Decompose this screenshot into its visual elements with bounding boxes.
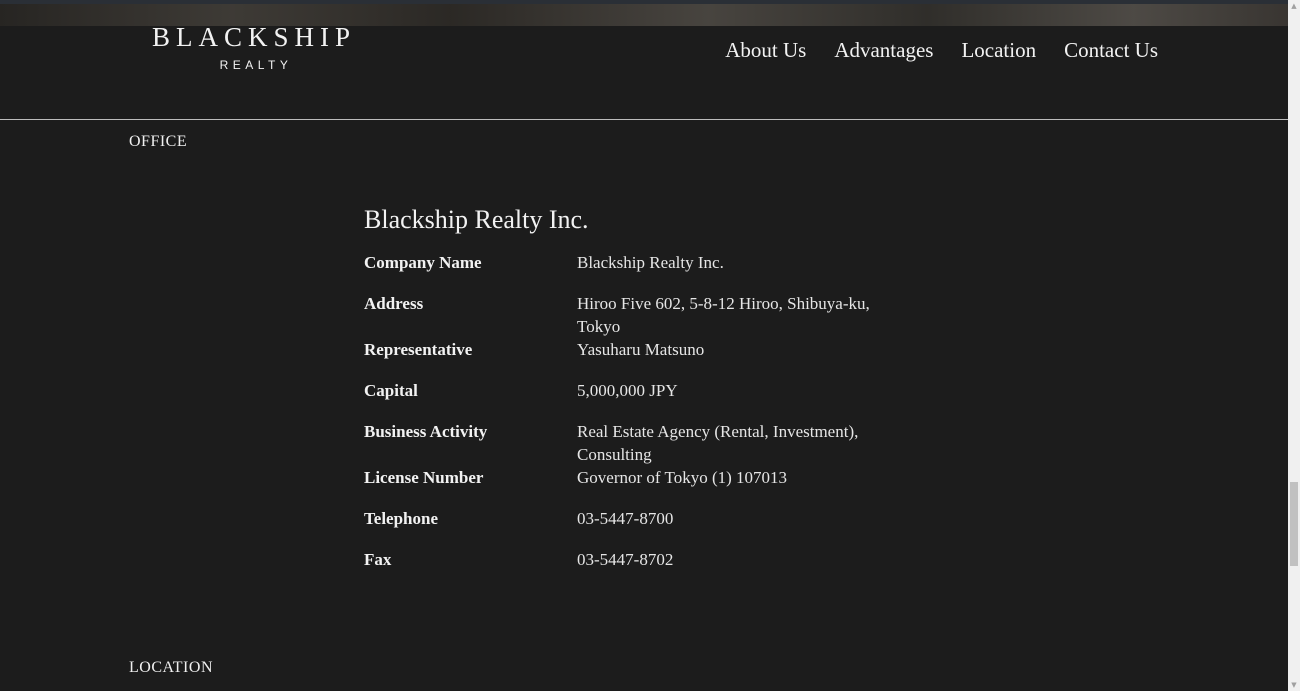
main-nav: About Us Advantages Location Contact Us	[725, 38, 1158, 63]
info-key: Company Name	[364, 253, 482, 272]
info-value: Governor of Tokyo (1) 107013	[577, 468, 788, 487]
page-scrollbar[interactable]: ▲ ▼	[1288, 0, 1300, 691]
info-key: Fax	[364, 550, 392, 569]
info-row-license-number: License Number Governor of Tokyo (1) 107…	[364, 466, 924, 489]
info-row-capital: Capital 5,000,000 JPY	[364, 379, 924, 402]
logo-subtitle: REALTY	[219, 58, 293, 72]
site-header: BLACKSHIP REALTY About Us Advantages Loc…	[0, 0, 1288, 120]
info-value: 03-5447-8702	[577, 550, 674, 569]
logo-wordmark: BLACKSHIP	[151, 22, 357, 52]
info-value: 03-5447-8700	[577, 509, 674, 528]
info-value: Blackship Realty Inc.	[577, 253, 724, 272]
info-key: Capital	[364, 381, 418, 400]
info-row-representative: Representative Yasuharu Matsuno	[364, 338, 924, 361]
info-key: Representative	[364, 340, 473, 359]
info-row-business-activity: Business Activity Real Estate Agency (Re…	[364, 420, 924, 466]
nav-location[interactable]: Location	[961, 38, 1036, 63]
site-logo[interactable]: BLACKSHIP REALTY	[129, 22, 379, 72]
scroll-up-arrow-icon[interactable]: ▲	[1288, 0, 1300, 12]
page: BLACKSHIP REALTY About Us Advantages Loc…	[0, 0, 1300, 691]
info-row-company-name: Company Name Blackship Realty Inc.	[364, 251, 924, 274]
info-key: License Number	[364, 468, 484, 487]
info-value: Hiroo Five 602, 5-8-12 Hiroo, Shibuya-ku…	[577, 294, 870, 336]
info-value: Yasuharu Matsuno	[577, 340, 705, 359]
info-key: Address	[364, 294, 424, 313]
info-key: Business Activity	[364, 422, 488, 441]
scrollbar-thumb[interactable]	[1290, 482, 1298, 566]
nav-advantages[interactable]: Advantages	[834, 38, 933, 63]
info-row-telephone: Telephone 03-5447-8700	[364, 507, 924, 530]
company-title: Blackship Realty Inc.	[364, 205, 589, 234]
location-section-label: LOCATION	[129, 659, 213, 676]
info-key: Telephone	[364, 509, 439, 528]
info-value: Real Estate Agency (Rental, Investment),…	[577, 422, 859, 464]
office-section-label: OFFICE	[129, 133, 188, 150]
nav-about-us[interactable]: About Us	[725, 38, 806, 63]
info-value: 5,000,000 JPY	[577, 381, 678, 400]
company-info: Blackship Realty Inc. Company Name Black…	[364, 204, 924, 571]
info-row-fax: Fax 03-5447-8702	[364, 548, 924, 571]
nav-contact-us[interactable]: Contact Us	[1064, 38, 1158, 63]
scroll-down-arrow-icon[interactable]: ▼	[1288, 679, 1300, 691]
info-row-address: Address Hiroo Five 602, 5-8-12 Hiroo, Sh…	[364, 292, 924, 338]
